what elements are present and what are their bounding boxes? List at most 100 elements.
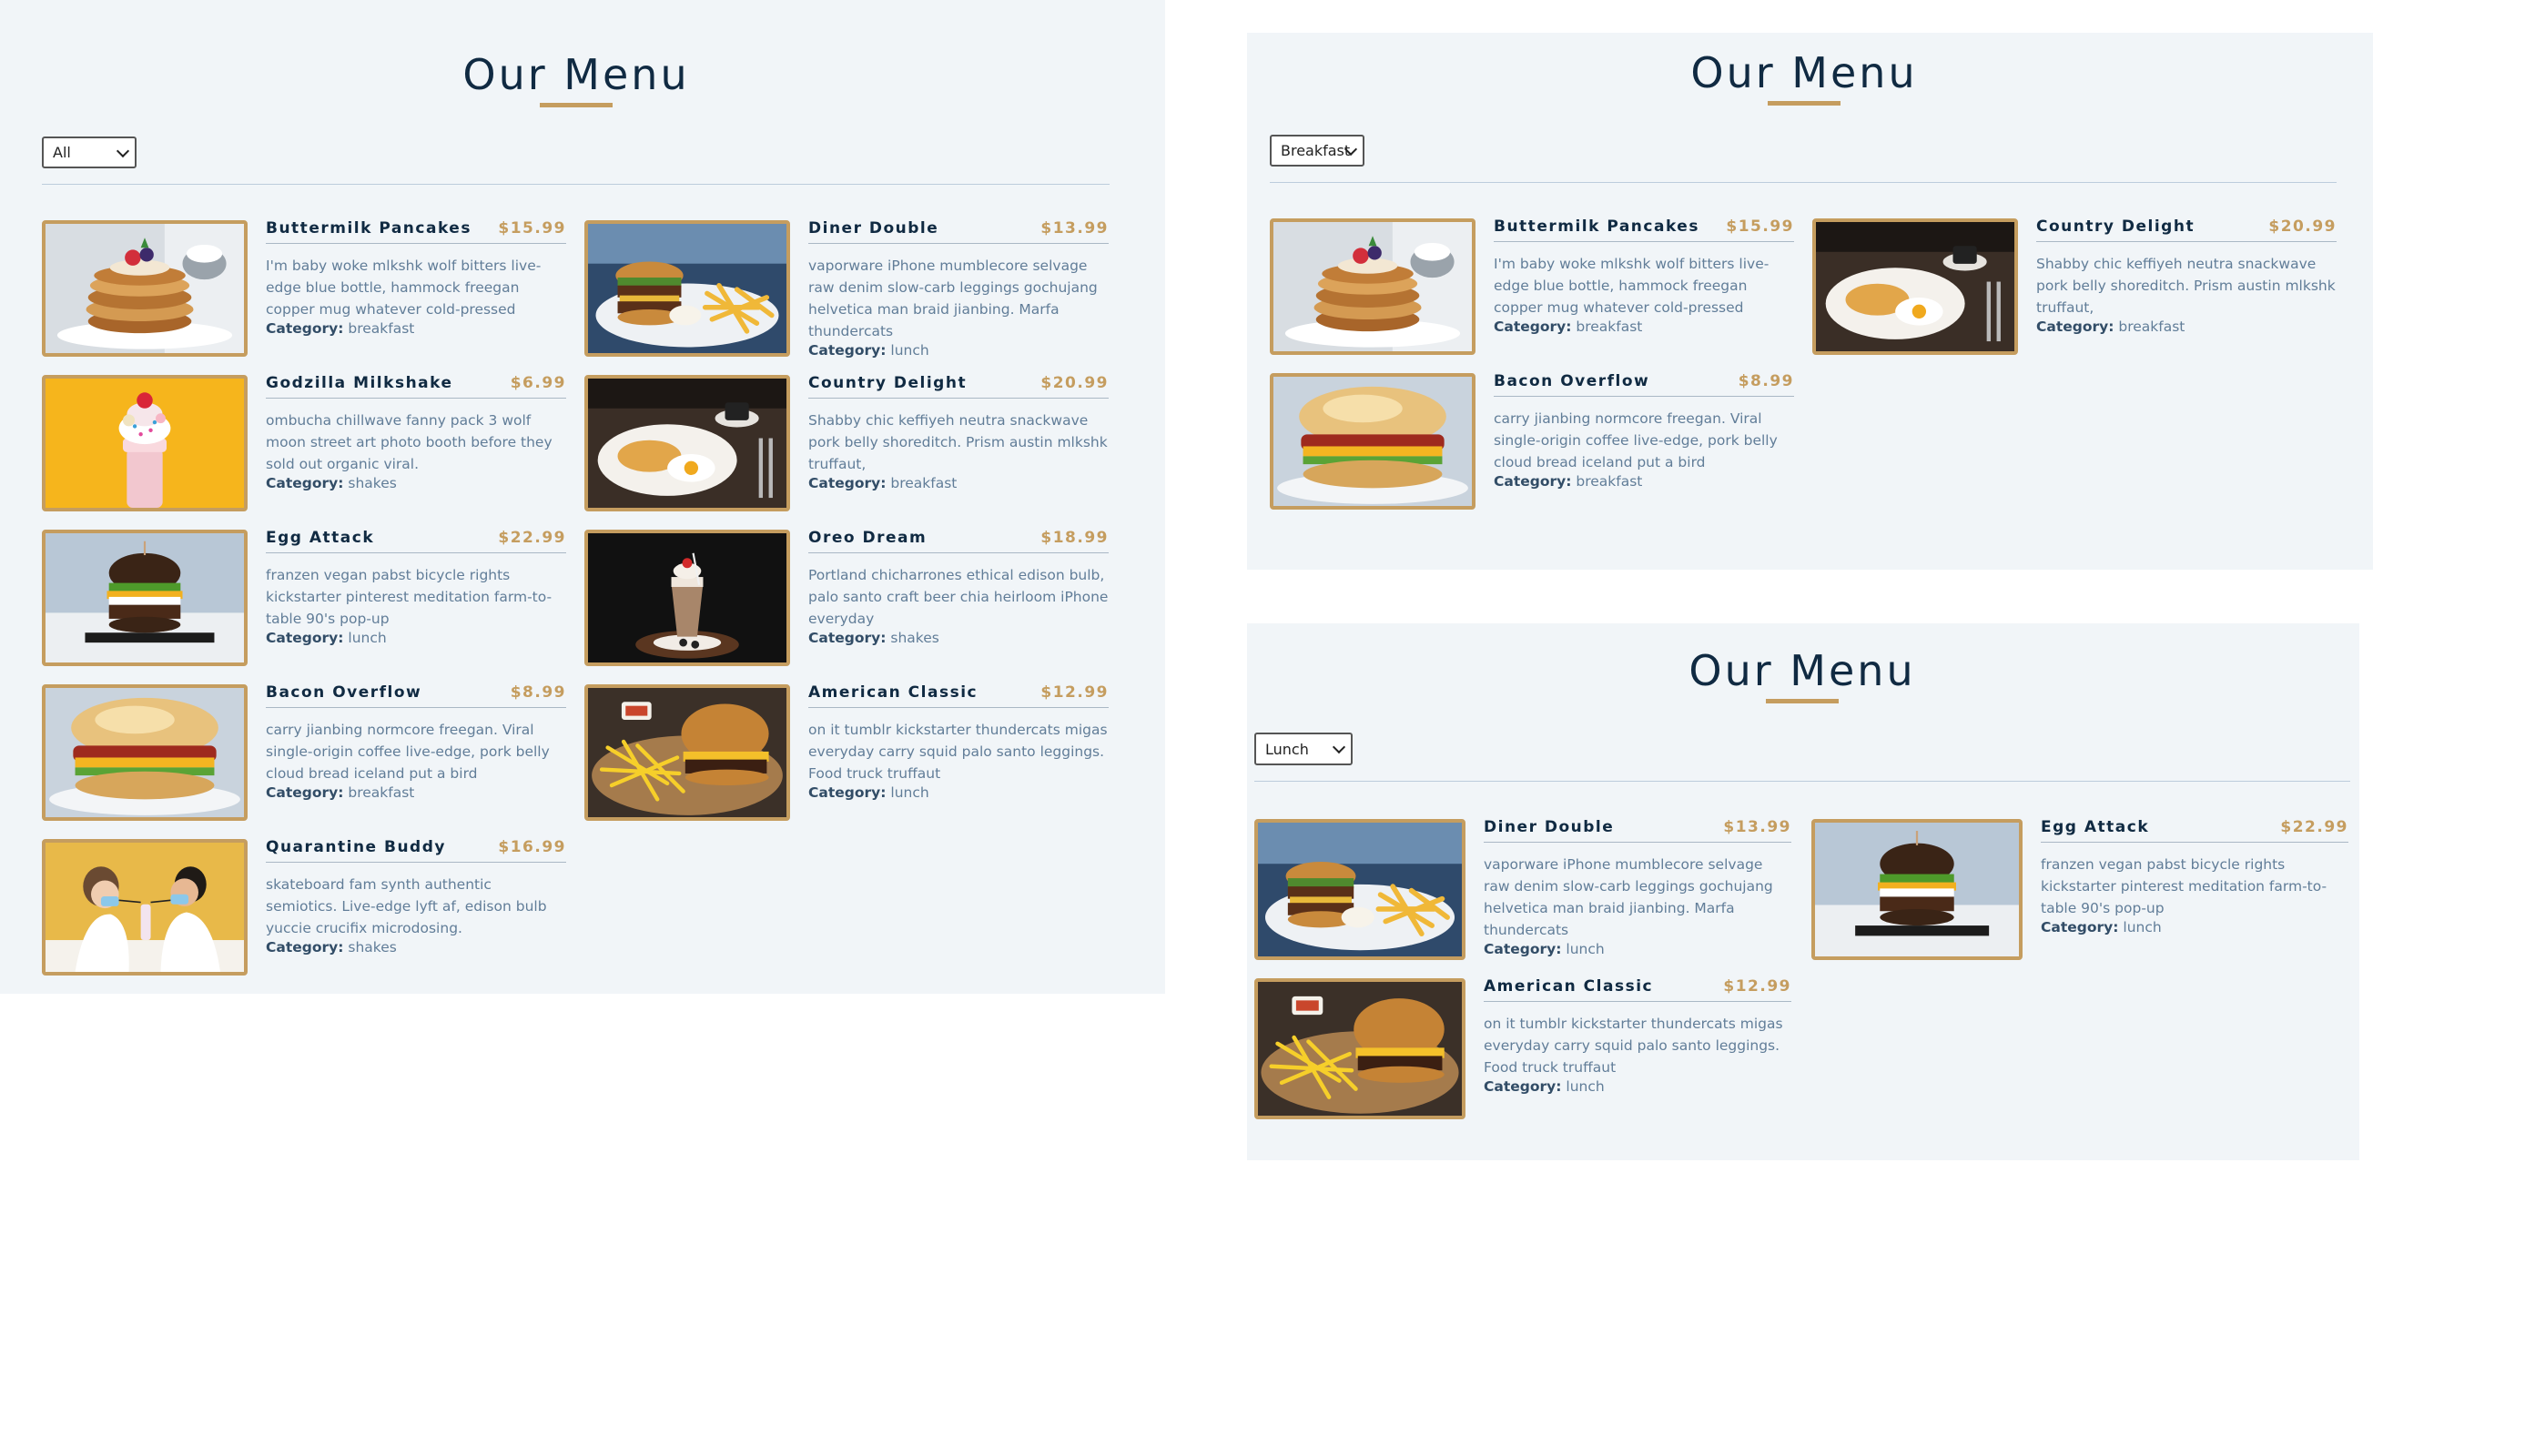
menu-item-price: $12.99	[1723, 977, 1791, 996]
category-value: breakfast	[2118, 318, 2185, 335]
menu-item: Oreo Dream $18.99 Portland chicharrones et…	[584, 529, 1109, 666]
category-filter-select[interactable]: Breakfast	[1270, 135, 1364, 167]
category-label: Category:	[266, 939, 344, 956]
filter-divider	[42, 184, 1110, 185]
title-underline	[1766, 699, 1839, 703]
menu-item-description: skateboard fam synth authentic semiotics…	[266, 876, 547, 936]
category-label: Category:	[1484, 1078, 1562, 1095]
menu-item-category: Category: shakes	[266, 939, 397, 956]
menu-item-description: carry jianbing normcore freegan. Viral s…	[1494, 410, 1778, 470]
menu-item-divider	[808, 707, 1109, 708]
menu-item-category: Category: breakfast	[266, 320, 414, 337]
menu-item-photo	[584, 375, 790, 511]
filter-value: Lunch	[1265, 740, 1309, 758]
menu-item-divider	[266, 707, 566, 708]
filter-divider	[1270, 182, 2337, 183]
category-filter-select[interactable]: Lunch	[1254, 733, 1353, 765]
page-title: Our Menu	[1690, 48, 1918, 97]
menu-item-description: I'm baby woke mlkshk wolf bitters live-e…	[1494, 256, 1770, 316]
menu-item-photo	[1270, 218, 1475, 355]
category-label: Category:	[266, 630, 344, 646]
category-label: Category:	[1494, 318, 1572, 335]
category-label: Category:	[808, 784, 887, 801]
menu-item-photo	[42, 839, 248, 976]
menu-item: Country Delight $20.99 Shabby chic keffiye…	[584, 374, 1109, 511]
menu-item-price: $12.99	[1040, 683, 1109, 702]
menu-item-photo	[1811, 819, 2023, 960]
page-title: Our Menu	[1688, 646, 1916, 695]
title-underline	[1768, 101, 1841, 106]
category-label: Category:	[2036, 318, 2114, 335]
menu-item-photo	[584, 684, 790, 821]
category-value: lunch	[890, 342, 929, 359]
menu-item-category: Category: lunch	[2041, 919, 2162, 935]
menu-item-price: $8.99	[1738, 372, 1794, 390]
menu-item-description: I'm baby woke mlkshk wolf bitters live-e…	[266, 258, 542, 318]
page-title: Our Menu	[462, 50, 690, 99]
menu-item-description: ombucha chillwave fanny pack 3 wolf moon…	[266, 412, 553, 472]
menu-item-price: $6.99	[510, 374, 566, 392]
menu-item-divider	[1484, 1001, 1791, 1002]
category-label: Category:	[1494, 473, 1572, 490]
category-value: breakfast	[348, 320, 415, 337]
category-label: Category:	[808, 342, 887, 359]
menu-item: Country Delight $20.99 Shabby chic keffiye…	[1812, 217, 2337, 355]
menu-item-photo	[42, 530, 248, 666]
menu-item-description: on it tumblr kickstarter thundercats mig…	[808, 722, 1108, 782]
menu-item-divider	[266, 243, 566, 244]
menu-panel-lunch: Our Menu Lunch Diner Double $13.99 vaporwa…	[1247, 623, 2359, 1160]
menu-item-price: $22.99	[2280, 818, 2348, 836]
menu-item: Buttermilk Pancakes $15.99 I'm baby woke m…	[42, 219, 566, 357]
menu-item-description: franzen vegan pabst bicycle rights kicks…	[2041, 856, 2327, 916]
menu-item-photo	[1254, 978, 1465, 1119]
menu-item-photo	[42, 684, 248, 821]
menu-item-price: $20.99	[2268, 217, 2337, 236]
filter-value: All	[53, 144, 71, 161]
category-label: Category:	[2041, 919, 2119, 935]
menu-item-divider	[2041, 842, 2348, 843]
category-value: breakfast	[348, 784, 415, 801]
menu-item-category: Category: breakfast	[2036, 318, 2185, 335]
category-filter-select[interactable]: All	[42, 136, 137, 168]
menu-item-description: franzen vegan pabst bicycle rights kicks…	[266, 567, 553, 627]
menu-item-divider	[266, 552, 566, 553]
menu-item-price: $13.99	[1040, 219, 1109, 238]
menu-item-category: Category: breakfast	[808, 475, 957, 491]
menu-item-category: Category: lunch	[808, 342, 929, 359]
menu-item-category: Category: breakfast	[266, 784, 414, 801]
category-label: Category:	[266, 784, 344, 801]
category-value: lunch	[2123, 919, 2162, 935]
menu-item-photo	[42, 375, 248, 511]
menu-item-description: on it tumblr kickstarter thundercats mig…	[1484, 1016, 1783, 1076]
category-value: breakfast	[1576, 318, 1643, 335]
menu-item-category: Category: shakes	[808, 630, 939, 646]
menu-item-category: Category: breakfast	[1494, 473, 1642, 490]
menu-item: Godzilla Milkshake $6.99 ombucha chillwave…	[42, 374, 566, 511]
menu-item-divider	[808, 552, 1109, 553]
menu-item-category: Category: lunch	[1484, 941, 1605, 957]
menu-item-price: $13.99	[1723, 818, 1791, 836]
menu-item-category: Category: lunch	[1484, 1078, 1605, 1095]
menu-item-price: $15.99	[1726, 217, 1794, 236]
menu-item-description: Shabby chic keffiyeh neutra snackwave po…	[2036, 256, 2336, 316]
menu-item-category: Category: breakfast	[1494, 318, 1642, 335]
menu-item-description: Shabby chic keffiyeh neutra snackwave po…	[808, 412, 1108, 472]
menu-item: Bacon Overflow $8.99 carry jianbing normco…	[1270, 372, 1794, 510]
menu-item-divider	[266, 862, 566, 863]
menu-item-divider	[2036, 241, 2337, 242]
menu-item-divider	[1484, 842, 1791, 843]
category-value: shakes	[348, 475, 397, 491]
chevron-down-icon	[1332, 740, 1346, 754]
menu-item-price: $8.99	[510, 683, 566, 702]
menu-item-photo	[42, 220, 248, 357]
chevron-down-icon	[116, 144, 130, 157]
category-label: Category:	[808, 630, 887, 646]
menu-item-photo	[584, 220, 790, 357]
menu-item-category: Category: shakes	[266, 475, 397, 491]
category-label: Category:	[808, 475, 887, 491]
filter-value: Breakfast	[1281, 142, 1351, 159]
menu-item-photo	[1812, 218, 2018, 355]
category-value: shakes	[890, 630, 939, 646]
menu-item: Bacon Overflow $8.99 carry jianbing normco…	[42, 683, 566, 821]
menu-item: Egg Attack $22.99 franzen vegan pabst bicy…	[42, 529, 566, 666]
